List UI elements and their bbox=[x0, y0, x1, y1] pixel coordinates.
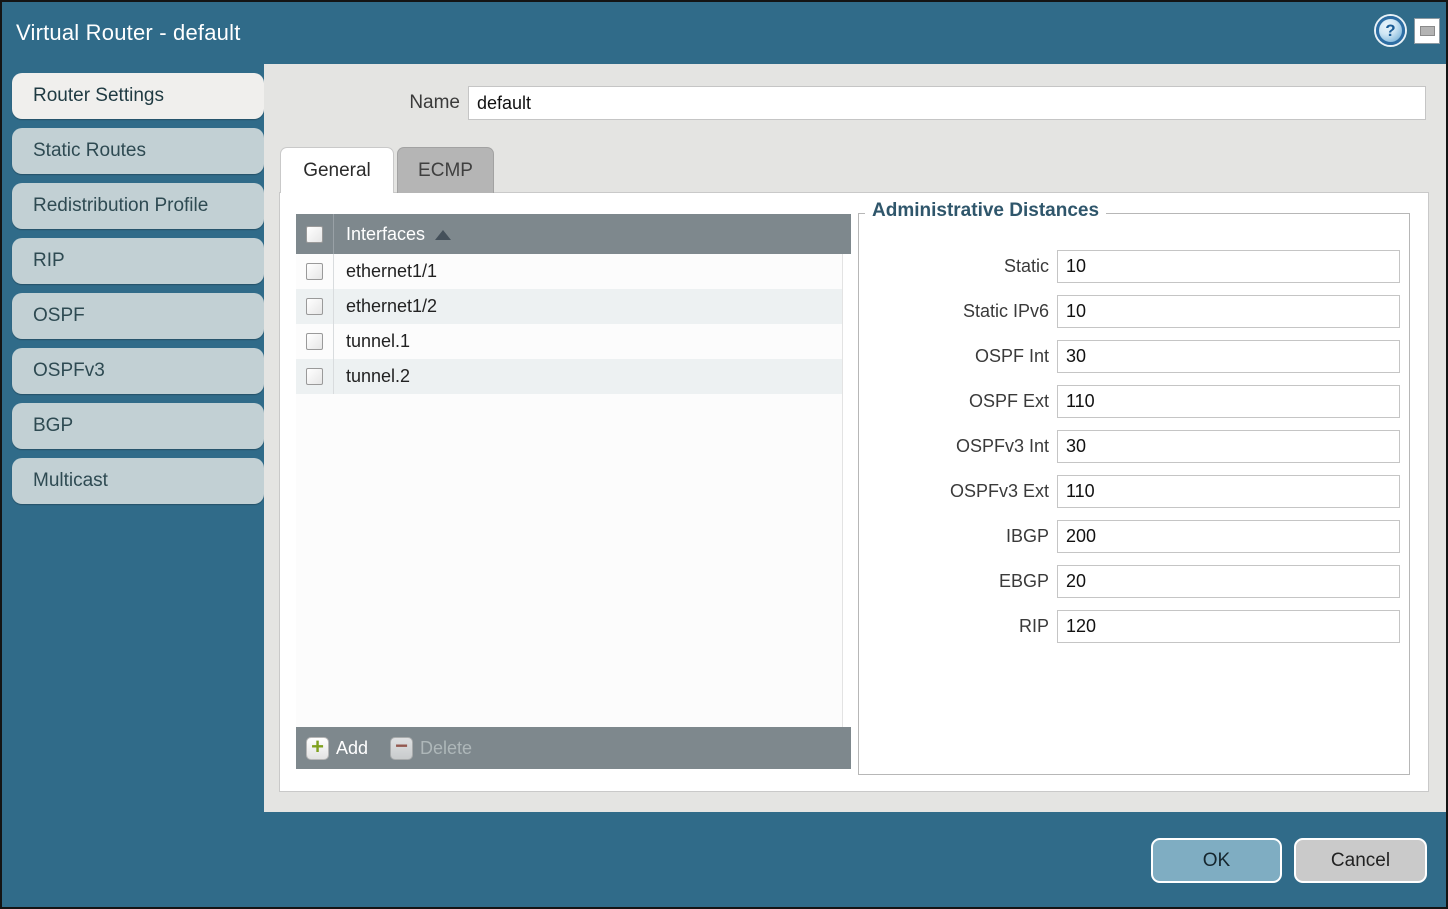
add-button-label: Add bbox=[336, 738, 368, 759]
titlebar: Virtual Router - default ? bbox=[2, 2, 1446, 64]
static-input[interactable] bbox=[1057, 250, 1400, 283]
table-row[interactable]: tunnel.1 bbox=[296, 324, 851, 359]
sidebar-item-router-settings[interactable]: Router Settings bbox=[12, 73, 264, 119]
static-ipv6-label: Static IPv6 bbox=[859, 295, 1049, 328]
row-checkbox[interactable] bbox=[306, 263, 323, 280]
interfaces-table-header[interactable]: Interfaces bbox=[296, 214, 851, 254]
row-checkbox[interactable] bbox=[306, 333, 323, 350]
content-area: Name General ECMP Interfaces bbox=[264, 64, 1448, 812]
dialog-title: Virtual Router - default bbox=[16, 2, 241, 64]
sidebar-item-rip[interactable]: RIP bbox=[12, 238, 264, 284]
field-row-ospfv3-int: OSPFv3 Int bbox=[859, 430, 1409, 463]
sort-ascending-icon[interactable] bbox=[435, 230, 451, 240]
ibgp-input[interactable] bbox=[1057, 520, 1400, 553]
ospfv3-ext-label: OSPFv3 Ext bbox=[859, 475, 1049, 508]
admin-distances-fieldset: Administrative Distances Static Static I… bbox=[858, 213, 1410, 775]
rip-input[interactable] bbox=[1057, 610, 1400, 643]
admin-distances-rows: Static Static IPv6 OSPF Int OSPF Ext bbox=[859, 250, 1409, 655]
sidebar-item-redistribution-profile[interactable]: Redistribution Profile bbox=[12, 183, 264, 229]
table-scrollbar[interactable] bbox=[842, 254, 851, 727]
ospf-ext-input[interactable] bbox=[1057, 385, 1400, 418]
field-row-ospf-ext: OSPF Ext bbox=[859, 385, 1409, 418]
field-row-ibgp: IBGP bbox=[859, 520, 1409, 553]
ospf-ext-label: OSPF Ext bbox=[859, 385, 1049, 418]
tab-ecmp[interactable]: ECMP bbox=[397, 147, 494, 193]
ospfv3-int-input[interactable] bbox=[1057, 430, 1400, 463]
window-restore-glyph bbox=[1420, 26, 1435, 36]
row-checkbox-cell bbox=[296, 254, 334, 289]
name-input[interactable] bbox=[468, 86, 1426, 120]
table-row[interactable]: ethernet1/1 bbox=[296, 254, 851, 289]
name-label: Name bbox=[264, 86, 460, 120]
row-checkbox-cell bbox=[296, 359, 334, 394]
static-label: Static bbox=[859, 250, 1049, 283]
interface-name: ethernet1/2 bbox=[346, 296, 437, 317]
field-row-ebgp: EBGP bbox=[859, 565, 1409, 598]
select-all-cell bbox=[296, 214, 334, 254]
interfaces-rows: ethernet1/1 ethernet1/2 tunnel.1 bbox=[296, 254, 851, 394]
sidebar-item-ospf[interactable]: OSPF bbox=[12, 293, 264, 339]
row-checkbox[interactable] bbox=[306, 298, 323, 315]
ospfv3-int-label: OSPFv3 Int bbox=[859, 430, 1049, 463]
cancel-button[interactable]: Cancel bbox=[1294, 838, 1427, 883]
interfaces-table: Interfaces ethernet1/1 ethernet bbox=[296, 214, 851, 769]
ospf-int-label: OSPF Int bbox=[859, 340, 1049, 373]
admin-distances-legend: Administrative Distances bbox=[865, 200, 1106, 222]
add-button[interactable]: + Add bbox=[306, 737, 368, 760]
help-icon[interactable]: ? bbox=[1376, 16, 1405, 45]
sidebar-item-multicast[interactable]: Multicast bbox=[12, 458, 264, 504]
delete-minus-icon: − bbox=[390, 737, 413, 760]
sidebar-item-static-routes[interactable]: Static Routes bbox=[12, 128, 264, 174]
ebgp-label: EBGP bbox=[859, 565, 1049, 598]
sidebar-item-bgp[interactable]: BGP bbox=[12, 403, 264, 449]
row-checkbox-cell bbox=[296, 289, 334, 324]
sidebar-item-ospfv3[interactable]: OSPFv3 bbox=[12, 348, 264, 394]
field-row-ospf-int: OSPF Int bbox=[859, 340, 1409, 373]
static-ipv6-input[interactable] bbox=[1057, 295, 1400, 328]
interface-name: tunnel.2 bbox=[346, 366, 410, 387]
interface-name: ethernet1/1 bbox=[346, 261, 437, 282]
table-row[interactable]: tunnel.2 bbox=[296, 359, 851, 394]
field-row-static: Static bbox=[859, 250, 1409, 283]
sidebar: Router Settings Static Routes Redistribu… bbox=[12, 73, 264, 504]
ospfv3-ext-input[interactable] bbox=[1057, 475, 1400, 508]
ospf-int-input[interactable] bbox=[1057, 340, 1400, 373]
field-row-rip: RIP bbox=[859, 610, 1409, 643]
table-row[interactable]: ethernet1/2 bbox=[296, 289, 851, 324]
field-row-static-ipv6: Static IPv6 bbox=[859, 295, 1409, 328]
delete-button-label: Delete bbox=[420, 738, 472, 759]
ebgp-input[interactable] bbox=[1057, 565, 1400, 598]
general-tab-panel: Interfaces ethernet1/1 ethernet bbox=[279, 192, 1429, 792]
table-footer: + Add − Delete bbox=[296, 727, 851, 769]
virtual-router-dialog: Virtual Router - default ? Router Settin… bbox=[0, 0, 1448, 909]
row-checkbox[interactable] bbox=[306, 368, 323, 385]
ibgp-label: IBGP bbox=[859, 520, 1049, 553]
window-restore-icon[interactable] bbox=[1414, 18, 1440, 44]
row-checkbox-cell bbox=[296, 324, 334, 359]
select-all-checkbox[interactable] bbox=[306, 226, 323, 243]
rip-label: RIP bbox=[859, 610, 1049, 643]
interfaces-column-header[interactable]: Interfaces bbox=[346, 224, 425, 245]
delete-button[interactable]: − Delete bbox=[390, 737, 472, 760]
interface-name: tunnel.1 bbox=[346, 331, 410, 352]
add-plus-icon: + bbox=[306, 737, 329, 760]
field-row-ospfv3-ext: OSPFv3 Ext bbox=[859, 475, 1409, 508]
tab-general[interactable]: General bbox=[280, 147, 394, 193]
ok-button[interactable]: OK bbox=[1151, 838, 1282, 883]
